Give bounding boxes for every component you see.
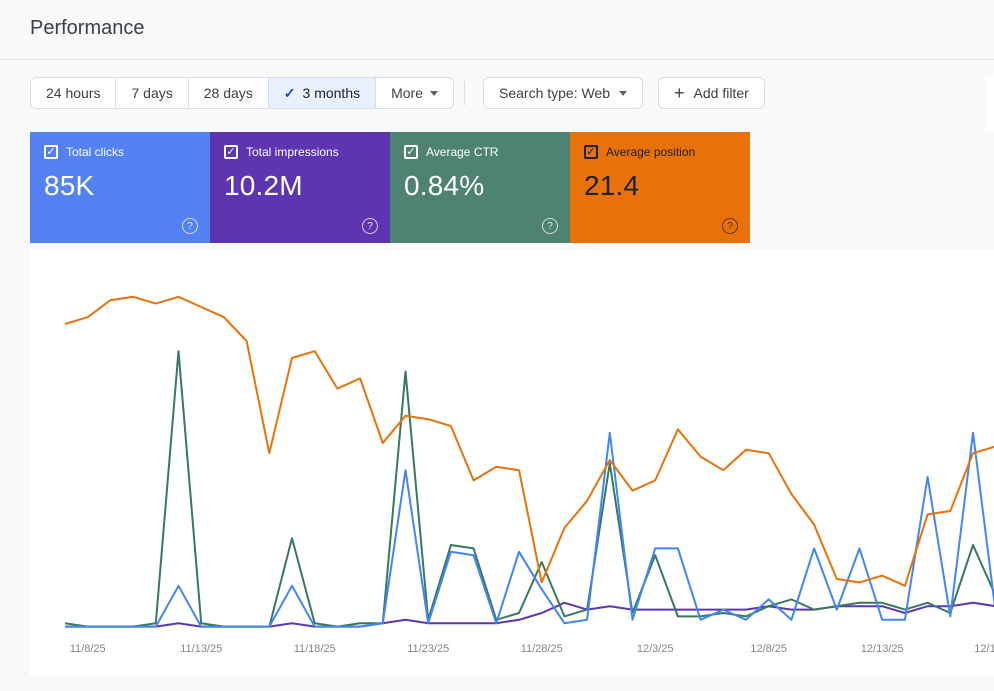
metric-value: 10.2M	[224, 170, 376, 202]
range-label: 28 days	[204, 85, 253, 101]
range-24-hours-button[interactable]: 24 hours	[31, 78, 116, 108]
help-icon[interactable]: ?	[362, 218, 378, 234]
total-impressions-card[interactable]: ✓ Total impressions 10.2M ?	[210, 132, 390, 243]
metric-label: Total clicks	[66, 145, 124, 159]
range-3-months-button[interactable]: ✓ 3 months	[269, 78, 376, 108]
checkbox-checked-icon[interactable]: ✓	[44, 145, 58, 159]
x-axis-tick-label: 11/8/25	[70, 643, 106, 655]
chevron-down-icon	[619, 91, 627, 96]
performance-chart[interactable]: 11/8/25 11/13/25 11/18/25 11/23/25 11/28/25 1…	[30, 250, 994, 676]
add-filter-label: Add filter	[694, 85, 749, 101]
metric-label: Total impressions	[246, 145, 339, 159]
add-filter-button[interactable]: + Add filter	[658, 77, 765, 109]
x-axis-tick-label: 12/13/25	[861, 643, 904, 655]
series-line-ctr	[65, 351, 994, 626]
date-range-group: 24 hours 7 days 28 days ✓ 3 months More	[30, 77, 454, 109]
metric-cards: ✓ Total clicks 85K ? ✓ Total impressions…	[30, 132, 750, 243]
search-type-label: Search type: Web	[499, 85, 610, 101]
plus-icon: +	[674, 84, 685, 102]
help-icon[interactable]: ?	[542, 218, 558, 234]
checkbox-checked-icon[interactable]: ✓	[404, 145, 418, 159]
x-axis-tick-label: 11/28/25	[521, 643, 563, 655]
metric-label: Average position	[606, 145, 695, 159]
metric-value: 0.84%	[404, 170, 556, 202]
checkbox-checked-icon[interactable]: ✓	[584, 145, 598, 159]
x-axis-tick-label: 11/13/25	[180, 643, 222, 655]
check-icon: ✓	[284, 85, 296, 102]
chevron-down-icon	[430, 91, 438, 96]
range-label: 24 hours	[46, 85, 100, 101]
header-divider	[0, 59, 994, 60]
edge-panel-fragment	[985, 75, 994, 132]
page-title: Performance	[30, 17, 145, 40]
help-icon[interactable]: ?	[722, 218, 738, 234]
metric-label: Average CTR	[426, 145, 498, 159]
metric-value: 21.4	[584, 170, 736, 202]
search-type-button[interactable]: Search type: Web	[483, 77, 643, 109]
range-more-button[interactable]: More	[376, 78, 453, 108]
help-icon[interactable]: ?	[182, 218, 198, 234]
x-axis-tick-label: 11/18/25	[294, 643, 336, 655]
total-clicks-card[interactable]: ✓ Total clicks 85K ?	[30, 132, 210, 243]
x-axis-tick-label: 12/18/25	[974, 643, 994, 655]
checkbox-checked-icon[interactable]: ✓	[224, 145, 238, 159]
series-line-clicks	[65, 433, 994, 627]
range-7-days-button[interactable]: 7 days	[116, 78, 188, 108]
range-label: 7 days	[131, 85, 172, 101]
x-axis-tick-label: 11/23/25	[407, 643, 449, 655]
range-label: More	[391, 85, 423, 101]
metric-value: 85K	[44, 170, 196, 202]
average-position-card[interactable]: ✓ Average position 21.4 ?	[570, 132, 750, 243]
x-axis-tick-label: 12/8/25	[750, 643, 787, 655]
range-28-days-button[interactable]: 28 days	[189, 78, 269, 108]
filter-row-divider	[464, 81, 465, 105]
range-label: 3 months	[303, 85, 361, 101]
x-axis-tick-label: 12/3/25	[637, 643, 674, 655]
average-ctr-card[interactable]: ✓ Average CTR 0.84% ?	[390, 132, 570, 243]
performance-chart-panel: 11/8/25 11/13/25 11/18/25 11/23/25 11/28/25 1…	[30, 250, 994, 676]
series-line-position	[65, 297, 994, 586]
